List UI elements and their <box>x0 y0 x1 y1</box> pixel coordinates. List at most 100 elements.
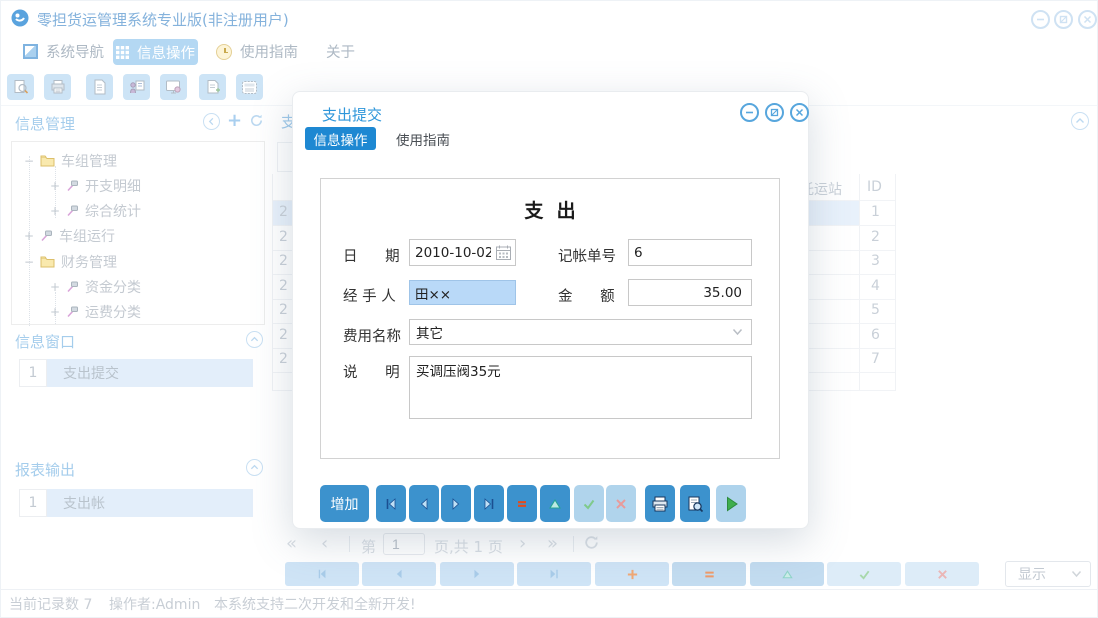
menu-item-info-operate[interactable]: 信息操作 <box>113 39 198 65</box>
tree-item-vehicle-group-run[interactable]: + 车组运行 <box>24 223 115 248</box>
app-logo-icon <box>11 9 29 27</box>
collapse-left-icon[interactable] <box>203 113 220 130</box>
titlebar: 零担货运管理系统专业版(非注册用户) <box>1 1 1098 35</box>
calendar-icon[interactable] <box>495 244 512 265</box>
column-header-id: ID <box>867 179 882 195</box>
refresh-icon[interactable] <box>583 534 600 555</box>
cancel-button[interactable] <box>606 485 636 522</box>
note-textarea[interactable]: 买调压阀35元 <box>409 356 752 419</box>
add-button[interactable]: 增加 <box>320 485 369 522</box>
divider <box>349 536 350 552</box>
nav-confirm-button[interactable] <box>827 562 901 586</box>
edit-record-icon <box>548 497 562 511</box>
tree-expander[interactable]: + <box>50 280 60 294</box>
delete-record-icon <box>703 568 716 581</box>
tree-item-fund-category[interactable]: + 资金分类 <box>50 274 141 299</box>
nav-cancel-button[interactable] <box>905 562 979 586</box>
tree-item-finance-mgmt[interactable]: − 财务管理 <box>24 249 117 274</box>
chevron-up-icon[interactable] <box>1071 112 1089 130</box>
printer-icon <box>50 79 66 95</box>
toolbar-card-panel-button[interactable] <box>236 74 263 100</box>
nav-delete-button[interactable] <box>672 562 746 586</box>
edit-record-button[interactable] <box>540 485 570 522</box>
dialog-restore-button[interactable] <box>765 103 784 122</box>
document-add-icon <box>205 79 221 95</box>
prev-record-icon <box>393 568 405 580</box>
print-button[interactable] <box>645 485 675 522</box>
next-record-button[interactable] <box>441 485 471 522</box>
nav-edit-button[interactable] <box>750 562 824 586</box>
prev-record-button[interactable] <box>409 485 439 522</box>
tree-expander[interactable]: + <box>50 204 60 218</box>
pagination-page-input[interactable] <box>383 533 425 555</box>
tree-label: 开支明细 <box>85 176 141 196</box>
cell-date: 2 <box>279 302 288 318</box>
dialog-tab-info-operate[interactable]: 信息操作 <box>305 127 376 150</box>
pagination-first[interactable]: « <box>286 533 297 554</box>
window-minimize-button[interactable] <box>1031 10 1050 29</box>
tree-expander[interactable]: − <box>24 255 34 269</box>
first-record-button[interactable] <box>376 485 406 522</box>
tree-expander[interactable]: − <box>24 154 34 168</box>
dialog-minimize-button[interactable] <box>740 103 759 122</box>
tree-expander[interactable]: + <box>50 179 60 193</box>
tool-icon <box>66 281 79 293</box>
menu-item-user-guide[interactable]: 使用指南 <box>216 41 298 62</box>
cell-id: 4 <box>871 278 880 294</box>
menu-item-about[interactable]: 关于 <box>326 41 355 62</box>
toolbar-monitor-button[interactable] <box>160 74 187 100</box>
tree-item-freight-category[interactable]: + 运费分类 <box>50 299 141 324</box>
chevron-up-icon[interactable] <box>246 459 263 476</box>
last-record-button[interactable] <box>474 485 504 522</box>
toolbar-add-document-button[interactable] <box>199 74 226 100</box>
toolbar-search-button[interactable] <box>7 74 34 100</box>
nav-next-button[interactable] <box>440 562 514 586</box>
list-item-index: 1 <box>19 359 47 387</box>
voucher-input[interactable] <box>628 239 752 266</box>
menu-item-system-nav[interactable]: 系统导航 <box>23 41 104 62</box>
pagination-last[interactable]: » <box>547 533 558 554</box>
report-output-item-expense-book[interactable]: 1 支出帐 <box>19 489 253 517</box>
execute-button[interactable] <box>716 485 746 522</box>
info-window-item-expense-submit[interactable]: 1 支出提交 <box>19 359 253 387</box>
tree-item-comprehensive-stats[interactable]: + 综合统计 <box>50 198 141 223</box>
amount-label: 金 额 <box>558 285 615 306</box>
nav-last-button[interactable] <box>517 562 591 586</box>
dialog-close-button[interactable] <box>790 103 809 122</box>
tool-icon <box>66 205 79 217</box>
expense-name-value: 其它 <box>410 322 443 342</box>
window-close-button[interactable] <box>1078 10 1097 29</box>
nav-add-button[interactable] <box>595 562 669 586</box>
refresh-icon[interactable] <box>249 113 264 132</box>
status-message: 本系统支持二次开发和全新开发! <box>214 594 416 614</box>
app-window: 零担货运管理系统专业版(非注册用户) 系统导航 信息操作 使用指南 关于 <box>0 0 1098 618</box>
expense-name-select[interactable]: 其它 <box>409 319 752 345</box>
tree-item-expense-detail[interactable]: + 开支明细 <box>50 173 141 198</box>
tree-label: 综合统计 <box>85 201 141 221</box>
delete-record-button[interactable] <box>507 485 537 522</box>
pagination-next[interactable]: › <box>519 533 526 554</box>
first-record-icon <box>384 497 398 511</box>
display-select[interactable]: 显示 <box>1005 561 1091 587</box>
plus-icon[interactable]: + <box>227 110 242 131</box>
tree-item-vehicle-group-mgmt[interactable]: − 车组管理 <box>24 148 117 173</box>
tree-expander[interactable]: + <box>50 305 60 319</box>
nav-prev-button[interactable] <box>362 562 436 586</box>
toolbar-document-button[interactable] <box>86 74 113 100</box>
chevron-down-icon <box>732 328 743 336</box>
handler-input[interactable] <box>409 280 516 305</box>
toolbar-user-report-button[interactable] <box>123 74 150 100</box>
print-preview-button[interactable] <box>680 485 710 522</box>
window-title: 零担货运管理系统专业版(非注册用户) <box>37 9 289 30</box>
dialog-tab-user-guide[interactable]: 使用指南 <box>388 127 458 150</box>
confirm-button[interactable] <box>574 485 604 522</box>
chevron-up-icon[interactable] <box>246 331 263 348</box>
menubar: 系统导航 信息操作 使用指南 关于 <box>1 37 1098 67</box>
nav-first-button[interactable] <box>285 562 359 586</box>
pagination-prev[interactable]: ‹ <box>321 533 328 554</box>
window-maximize-button[interactable] <box>1054 10 1073 29</box>
menu-label: 系统导航 <box>46 41 104 62</box>
amount-input[interactable] <box>628 279 752 306</box>
toolbar-print-button[interactable] <box>44 74 71 100</box>
tree-expander[interactable]: + <box>24 229 34 243</box>
